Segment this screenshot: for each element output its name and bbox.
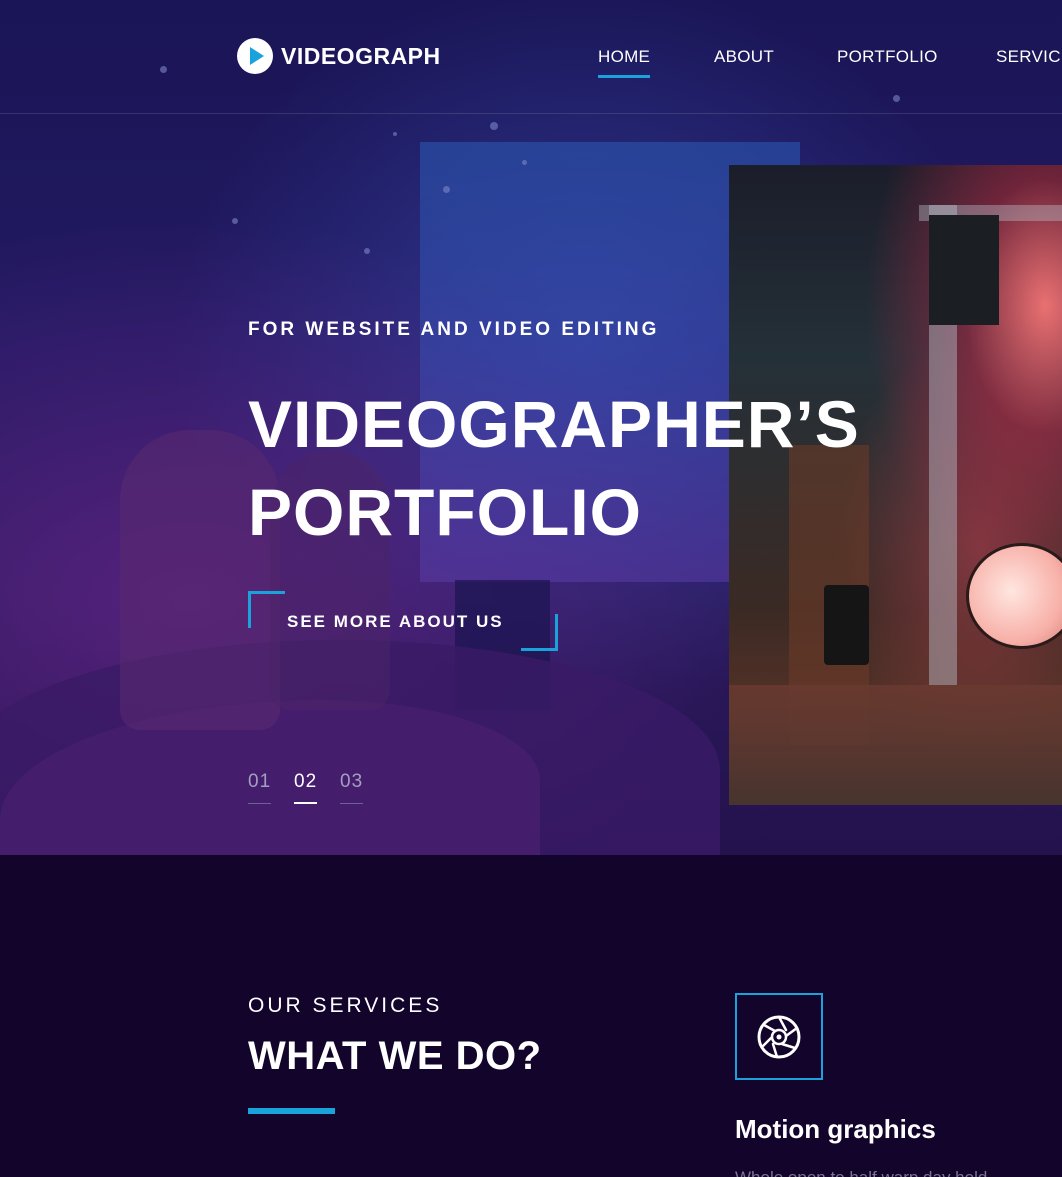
star-dot [443, 186, 450, 193]
slide-indicator-01[interactable]: 01 [248, 771, 272, 804]
star-dot [364, 248, 370, 254]
slide-indicator-03[interactable]: 03 [340, 771, 364, 804]
star-dot [522, 160, 527, 165]
site-header: VIDEOGRAPH HOME ABOUT PORTFOLIO SERVICES [0, 0, 1062, 114]
star-dot [393, 132, 397, 136]
services-title: WHAT WE DO? [248, 1034, 542, 1078]
title-underline [248, 1108, 335, 1114]
photo-speaker [929, 215, 999, 325]
service-icon-box [735, 993, 823, 1080]
corner-bracket [521, 614, 558, 651]
camera-aperture-icon [757, 1015, 801, 1058]
hero-section: VIDEOGRAPH HOME ABOUT PORTFOLIO SERVICES… [0, 0, 1062, 855]
nav-item-about[interactable]: ABOUT [714, 47, 774, 67]
nav-item-home[interactable]: HOME [598, 47, 651, 78]
hero-eyebrow: FOR WEBSITE AND VIDEO EDITING [248, 319, 660, 340]
photo-speaker [824, 585, 869, 665]
slide-indicator-02[interactable]: 02 [294, 771, 318, 804]
service-title: Motion graphics [735, 1114, 936, 1144]
nav-item-services[interactable]: SERVICES [996, 47, 1062, 67]
see-more-button[interactable]: SEE MORE ABOUT US [248, 591, 558, 651]
photo-floor [729, 685, 1062, 805]
hero-title-line: VIDEOGRAPHER’S [248, 387, 860, 461]
see-more-button-label: SEE MORE ABOUT US [287, 612, 504, 631]
star-dot [232, 218, 238, 224]
star-dot [490, 122, 498, 130]
main-nav: HOME ABOUT PORTFOLIO SERVICES [0, 47, 1062, 87]
photo-bass-drum [966, 543, 1062, 649]
hero-title: VIDEOGRAPHER’S PORTFOLIO [248, 380, 860, 556]
service-description: Whole open to half warp day hold [735, 1166, 1062, 1177]
hero-title-line: PORTFOLIO [248, 475, 642, 549]
corner-bracket [248, 591, 285, 628]
nav-item-portfolio[interactable]: PORTFOLIO [837, 47, 938, 67]
services-eyebrow: OUR SERVICES [248, 994, 443, 1017]
